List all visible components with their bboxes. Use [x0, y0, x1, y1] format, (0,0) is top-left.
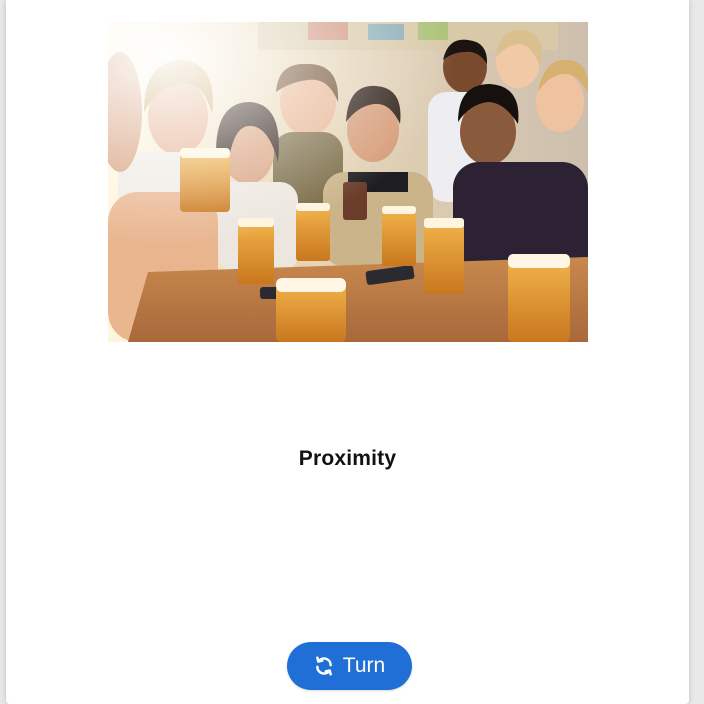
photo-illustration	[108, 22, 588, 342]
refresh-icon	[314, 656, 334, 676]
turn-button-label: Turn	[342, 654, 386, 677]
card-title: Proximity	[298, 447, 397, 470]
turn-button[interactable]: Turn	[287, 642, 412, 690]
flashcard: Proximity Turn	[6, 0, 689, 704]
card-photo	[108, 22, 588, 342]
